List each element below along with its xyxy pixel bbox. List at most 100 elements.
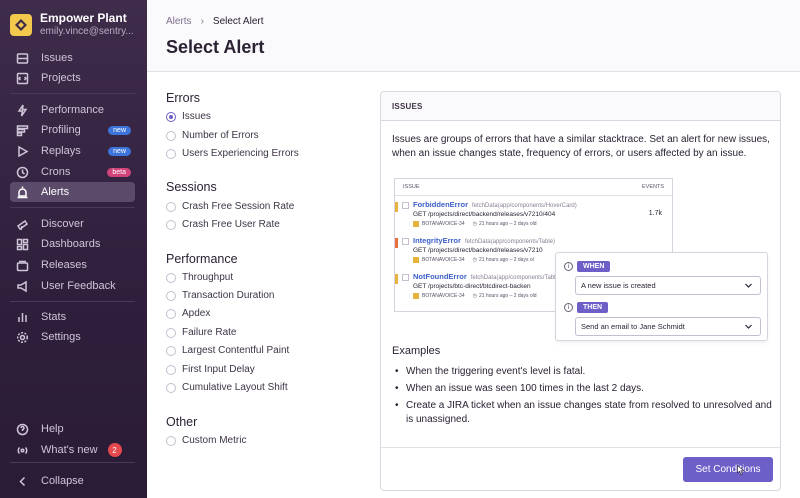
issue-short-id: BOTANAVOICE-34: [422, 257, 465, 263]
issue-time: 21 hours ago – 2 days old: [478, 293, 537, 299]
telescope-icon: [16, 218, 29, 231]
radio-transaction-duration[interactable]: Transaction Duration: [166, 290, 274, 301]
row-checkbox: [402, 274, 409, 281]
breadcrumb-alerts-link[interactable]: Alerts: [166, 16, 192, 27]
chevron-right-icon: ›: [200, 16, 204, 27]
sidebar-item-performance[interactable]: Performance: [10, 100, 135, 120]
chevron-down-icon: [745, 324, 752, 329]
list-item: When an issue was seen 100 times in the …: [392, 382, 777, 396]
sidebar-item-label: Releases: [41, 259, 87, 271]
sidebar-collapse-button[interactable]: Collapse: [10, 471, 135, 491]
sidebar: Empower Plant emily.vince@sentry... Issu…: [0, 0, 147, 498]
then-row: i THEN: [564, 302, 609, 313]
breadcrumb: Alerts › Select Alert: [166, 16, 264, 27]
radio-apdex[interactable]: Apdex: [166, 308, 210, 319]
profiling-icon: [16, 124, 29, 137]
sidebar-item-user-feedback[interactable]: User Feedback: [10, 276, 135, 296]
sidebar-item-releases[interactable]: Releases: [10, 255, 135, 275]
sidebar-item-discover[interactable]: Discover: [10, 214, 135, 234]
sidebar-item-alerts[interactable]: Alerts: [10, 182, 135, 202]
level-indicator: [395, 202, 398, 212]
sidebar-divider: [10, 207, 135, 208]
bar-chart-icon: [16, 311, 29, 324]
org-logo-icon: [10, 14, 32, 36]
then-select-value: Send an email to Jane Schmidt: [581, 322, 685, 331]
issue-culprit: fetchData(app/components/Table): [470, 275, 561, 281]
illustration-col-events: EVENTS: [641, 184, 664, 190]
clock-icon: [16, 166, 29, 179]
new-badge: new: [108, 125, 131, 135]
broadcast-icon: [16, 444, 29, 457]
sidebar-item-label: Projects: [41, 72, 81, 84]
chevron-down-icon: [745, 283, 752, 288]
sidebar-item-label: Stats: [41, 311, 67, 323]
sidebar-item-dashboards[interactable]: Dashboards: [10, 234, 135, 254]
group-title-sessions: Sessions: [166, 180, 217, 194]
radio-throughput[interactable]: Throughput: [166, 272, 233, 283]
sidebar-item-profiling[interactable]: Profiling new: [10, 120, 135, 140]
sidebar-item-label: Crons: [41, 166, 71, 178]
sidebar-item-settings[interactable]: Settings: [10, 327, 135, 347]
level-indicator: [395, 238, 398, 248]
mouse-cursor-icon: [737, 465, 745, 475]
issue-short-id: BOTANAVOICE-34: [422, 221, 465, 227]
radio-custom-metric[interactable]: Custom Metric: [166, 435, 246, 446]
org-switcher[interactable]: Empower Plant emily.vince@sentry...: [10, 10, 140, 40]
sidebar-item-label: User Feedback: [41, 280, 116, 292]
beta-badge: beta: [107, 167, 131, 177]
project-icon: [413, 221, 419, 227]
radio-users-experiencing-errors[interactable]: Users Experiencing Errors: [166, 148, 299, 159]
clock-icon: ◷: [472, 221, 477, 227]
siren-icon: [16, 186, 29, 199]
sidebar-item-label: Dashboards: [41, 238, 101, 250]
sidebar-item-help[interactable]: Help: [10, 419, 135, 439]
radio-issues[interactable]: Issues: [166, 111, 211, 122]
sidebar-item-stats[interactable]: Stats: [10, 307, 135, 327]
radio-number-of-errors[interactable]: Number of Errors: [166, 130, 259, 141]
sidebar-item-projects[interactable]: Projects: [10, 68, 135, 88]
level-indicator: [395, 274, 398, 284]
sidebar-item-label: Replays: [41, 145, 81, 157]
issue-message: GET /projects/direct/backend/releases/v7…: [413, 211, 556, 218]
group-title-performance: Performance: [166, 252, 238, 266]
sidebar-item-label: Profiling: [41, 124, 81, 136]
info-icon: i: [564, 262, 573, 271]
radio-crash-free-user-rate[interactable]: Crash Free User Rate: [166, 219, 280, 230]
sidebar-divider: [10, 93, 135, 94]
panel-header: ISSUES: [381, 92, 780, 121]
alert-info-panel: ISSUES Issues are groups of errors that …: [380, 91, 781, 491]
org-name: Empower Plant: [40, 12, 127, 26]
radio-crash-free-session-rate[interactable]: Crash Free Session Rate: [166, 201, 294, 212]
panel-description: Issues are groups of errors that have a …: [392, 134, 770, 159]
when-select: A new issue is created: [575, 276, 761, 295]
then-tag: THEN: [577, 302, 609, 313]
megaphone-icon: [16, 280, 29, 293]
radio-largest-contentful-paint[interactable]: Largest Contentful Paint: [166, 345, 289, 356]
projects-icon: [16, 72, 29, 85]
sidebar-divider: [10, 301, 135, 302]
sidebar-item-crons[interactable]: Crons beta: [10, 162, 135, 182]
illustration-row: ForbiddenError fetchData(app/components/H…: [395, 199, 674, 235]
issue-message: GET /projects/direct/backend/releases/v7…: [413, 247, 543, 254]
sidebar-divider: [10, 462, 135, 463]
sidebar-item-issues[interactable]: Issues: [10, 48, 135, 68]
org-user-email: emily.vince@sentry...: [40, 26, 134, 38]
issue-title: IntegrityError: [413, 236, 461, 245]
project-icon: [413, 257, 419, 263]
radio-cumulative-layout-shift[interactable]: Cumulative Layout Shift: [166, 382, 288, 393]
sidebar-item-whats-new[interactable]: What's new 2: [10, 440, 135, 460]
issue-short-id: BOTANAVOICE-34: [422, 293, 465, 299]
row-checkbox: [402, 202, 409, 209]
clock-icon: ◷: [472, 293, 477, 299]
radio-first-input-delay[interactable]: First Input Delay: [166, 364, 255, 375]
issue-culprit: fetchData(app/components/Table): [464, 239, 555, 245]
set-conditions-button[interactable]: Set Conditions: [683, 457, 773, 482]
sidebar-item-label: Collapse: [41, 475, 84, 487]
row-checkbox: [402, 238, 409, 245]
releases-icon: [16, 259, 29, 272]
dashboard-icon: [16, 238, 29, 251]
issue-title: NotFoundError: [413, 272, 467, 281]
info-icon: i: [564, 303, 573, 312]
radio-failure-rate[interactable]: Failure Rate: [166, 327, 236, 338]
sidebar-item-replays[interactable]: Replays new: [10, 141, 135, 161]
